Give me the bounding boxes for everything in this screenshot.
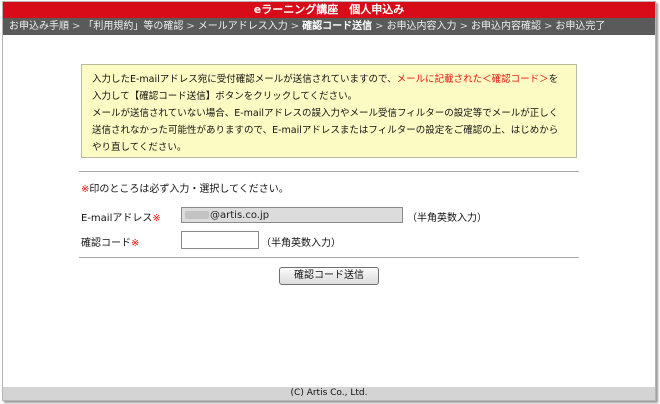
- notice-line: 送信されなかった可能性がありますので、E-mailアドレスまたはフィルターの設定…: [92, 125, 559, 136]
- code-hint: （半角英数入力）: [261, 238, 341, 249]
- step-item: 「利用規約」等の確認: [83, 21, 184, 32]
- code-label-text: 確認コード: [81, 238, 131, 249]
- confirmation-code-input[interactable]: [181, 231, 259, 249]
- email-label-text: E-mailアドレス: [81, 213, 153, 224]
- page-frame: eラーニング講座 個人申込み お申込み手順 > 「利用規約」等の確認 > メールアドレス…: [2, 1, 656, 401]
- step-item-current: 確認コード送信: [302, 21, 373, 32]
- email-hint: （半角英数入力）: [407, 213, 487, 224]
- notice-line: やり直してください。: [92, 142, 187, 153]
- notice-highlight: メールに記載された＜確認コード＞: [396, 74, 549, 85]
- notice-line: メールが送信されていない場合、E-mailアドレスの誤入力やメール受信フィルター…: [92, 108, 559, 119]
- step-item: お申込内容入力: [386, 21, 457, 32]
- redacted-email-prefix: [185, 211, 209, 219]
- notice-text: を: [548, 74, 559, 85]
- required-note-text: 印のところは必ず入力・選択してください。: [89, 184, 289, 195]
- required-mark: ※: [152, 213, 161, 224]
- divider: [79, 257, 579, 258]
- required-note: ※印のところは必ず入力・選択してください。: [81, 180, 289, 195]
- step-item: お申込完了: [555, 21, 606, 32]
- notice-line: 入力したE-mailアドレス宛に受付確認メールが送信されていますので、メールに記…: [92, 71, 566, 88]
- step-item: メールアドレス入力: [197, 21, 288, 32]
- code-label: 確認コード※: [81, 234, 139, 249]
- page-title: eラーニング講座 個人申込み: [3, 2, 655, 18]
- email-label: E-mailアドレス※: [81, 209, 161, 224]
- step-item: お申込み手順: [9, 21, 69, 32]
- step-item: お申込内容確認: [470, 21, 541, 32]
- notice-text: 入力したE-mailアドレス宛に受付確認メールが送信されていますので、: [92, 74, 397, 85]
- step-separator: >: [459, 21, 468, 32]
- footer-copyright: (C) Artis Co., Ltd.: [3, 387, 655, 400]
- instruction-notice: 入力したE-mailアドレス宛に受付確認メールが送信されていますので、メールに記…: [81, 64, 577, 158]
- send-code-button[interactable]: 確認コード送信: [279, 267, 379, 285]
- step-breadcrumb: お申込み手順 > 「利用規約」等の確認 > メールアドレス入力 > 確認コード送信 > お申込内…: [3, 18, 655, 35]
- step-separator: >: [186, 21, 195, 32]
- email-field[interactable]: [181, 207, 403, 223]
- step-separator: >: [543, 21, 553, 32]
- notice-line: 入力して【確認コード送信】ボタンをクリックしてください。: [92, 91, 358, 102]
- step-separator: >: [72, 21, 81, 32]
- step-separator: >: [375, 21, 384, 32]
- divider: [79, 171, 579, 172]
- step-separator: >: [290, 21, 300, 32]
- required-mark: ※: [131, 238, 140, 249]
